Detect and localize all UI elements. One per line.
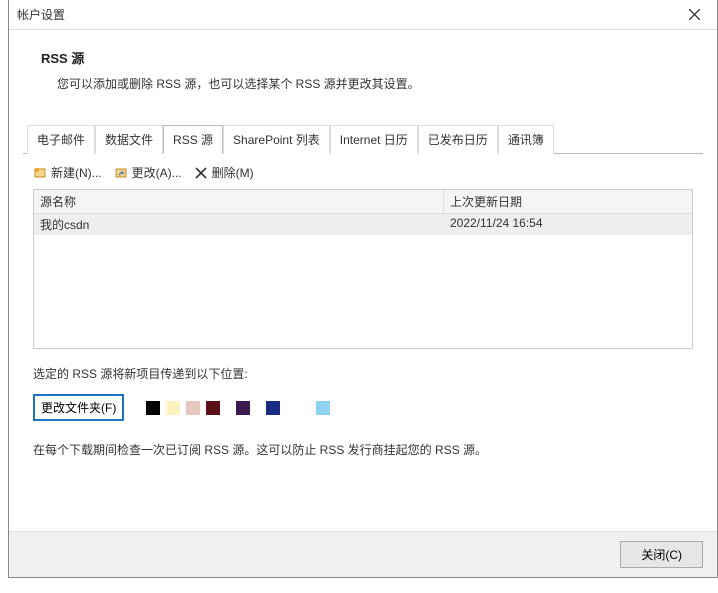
tab-data-files[interactable]: 数据文件 — [95, 125, 163, 154]
header-title: RSS 源 — [41, 48, 695, 67]
delete-icon — [194, 166, 208, 180]
deliver-section: 选定的 RSS 源将新项目传递到以下位置: 更改文件夹(F) — [33, 365, 693, 421]
redacted-path — [146, 401, 330, 415]
redaction-block — [166, 401, 180, 415]
redaction-block — [266, 401, 280, 415]
delete-button[interactable]: 删除(M) — [194, 164, 254, 181]
note-text-content: 在每个下载期间检查一次已订阅 RSS 源。这可以防止 RSS 发行商挂起您的 R… — [33, 443, 487, 457]
cell-source-name: 我的csdn — [34, 214, 444, 235]
deliver-row: 更改文件夹(F) — [33, 394, 693, 421]
cell-last-update: 2022/11/24 16:54 — [444, 214, 692, 235]
account-settings-window: 帐户设置 RSS 源 您可以添加或删除 RSS 源，也可以选择某个 RSS 源并… — [8, 0, 718, 578]
new-label: 新建(N)... — [51, 164, 102, 181]
titlebar: 帐户设置 — [9, 0, 717, 30]
new-icon — [33, 166, 47, 180]
col-source-name[interactable]: 源名称 — [34, 190, 444, 213]
tab-address-book[interactable]: 通讯簿 — [498, 125, 554, 154]
change-button[interactable]: 更改(A)... — [114, 164, 182, 181]
deliver-label: 选定的 RSS 源将新项目传递到以下位置: — [33, 365, 693, 382]
tabs: 电子邮件 数据文件 RSS 源 SharePoint 列表 Internet 日… — [23, 124, 703, 154]
redaction-block — [206, 401, 220, 415]
note-text: 在每个下载期间检查一次已订阅 RSS 源。这可以防止 RSS 发行商挂起您的 R… — [33, 441, 693, 458]
close-icon — [689, 9, 700, 20]
rss-table: 源名称 上次更新日期 我的csdn 2022/11/24 16:54 — [33, 189, 693, 349]
new-button[interactable]: 新建(N)... — [33, 164, 102, 181]
window-title: 帐户设置 — [17, 6, 65, 23]
close-dialog-button[interactable]: 关闭(C) — [620, 541, 703, 568]
change-icon — [114, 166, 128, 180]
redaction-block — [186, 401, 200, 415]
toolbar: 新建(N)... 更改(A)... 删除(M) — [9, 154, 717, 189]
col-last-update[interactable]: 上次更新日期 — [444, 190, 692, 213]
redaction-block — [316, 401, 330, 415]
change-folder-button[interactable]: 更改文件夹(F) — [33, 394, 124, 421]
table-row[interactable]: 我的csdn 2022/11/24 16:54 — [34, 214, 692, 235]
tab-published-calendar[interactable]: 已发布日历 — [418, 125, 498, 154]
header-section: RSS 源 您可以添加或删除 RSS 源，也可以选择某个 RSS 源并更改其设置… — [9, 30, 717, 102]
redaction-block — [236, 401, 250, 415]
tab-rss[interactable]: RSS 源 — [163, 125, 223, 154]
delete-label: 删除(M) — [212, 164, 254, 181]
tab-internet-calendar[interactable]: Internet 日历 — [330, 125, 418, 154]
footer: 关闭(C) — [9, 531, 717, 577]
tab-email[interactable]: 电子邮件 — [27, 125, 95, 154]
header-description: 您可以添加或删除 RSS 源，也可以选择某个 RSS 源并更改其设置。 — [41, 75, 695, 92]
redaction-block — [146, 401, 160, 415]
tab-sharepoint[interactable]: SharePoint 列表 — [223, 125, 330, 154]
table-header: 源名称 上次更新日期 — [34, 190, 692, 214]
change-label: 更改(A)... — [132, 164, 182, 181]
window-close-button[interactable] — [679, 2, 709, 28]
